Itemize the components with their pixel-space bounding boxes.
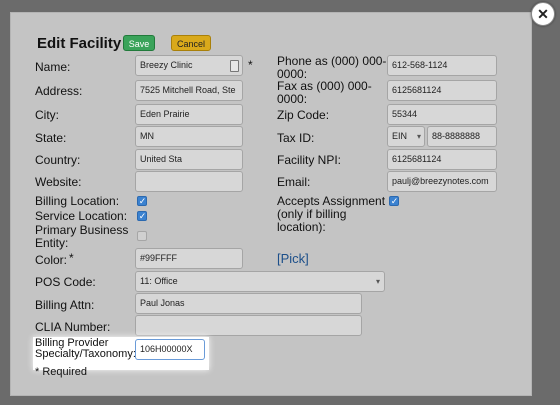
zip-label: Zip Code:: [277, 108, 330, 122]
chevron-down-icon: ▾: [375, 277, 380, 286]
country-label: Country:: [35, 153, 81, 167]
npi-label: Facility NPI:: [277, 153, 342, 167]
email-field[interactable]: paulj@breezynotes.com: [387, 171, 497, 192]
website-label: Website:: [35, 175, 82, 189]
close-icon[interactable]: [531, 2, 555, 26]
color-label: Color:: [35, 253, 68, 267]
accepts-assignment-label: Accepts Assignment (only if billing loca…: [277, 194, 386, 234]
pos-code-value: 11: Office: [140, 276, 178, 286]
fax-field[interactable]: 6125681124: [387, 80, 497, 101]
tax-id-field[interactable]: 88-8888888: [427, 126, 497, 147]
color-field[interactable]: #99FFFF: [135, 248, 243, 269]
fax-label: Fax as (000) 000-0000:: [277, 79, 372, 106]
required-note: * Required: [35, 366, 87, 378]
edit-facility-dialog: Edit Facility Save Cancel Name: Breezy C…: [10, 12, 532, 396]
phone-label: Phone as (000) 000-0000:: [277, 54, 387, 81]
tax-id-type-value: EIN: [392, 131, 408, 141]
cancel-button[interactable]: Cancel: [171, 35, 211, 51]
billing-location-checkbox[interactable]: [137, 195, 147, 207]
city-field[interactable]: Eden Prairie: [135, 104, 243, 125]
clia-field[interactable]: [135, 315, 362, 336]
primary-business-label: Primary Business Entity:: [35, 223, 129, 250]
name-label: Name:: [35, 60, 71, 74]
country-field[interactable]: United Sta: [135, 149, 243, 170]
state-field[interactable]: MN: [135, 126, 243, 147]
service-location-checkbox[interactable]: [137, 210, 147, 222]
state-label: State:: [35, 131, 67, 145]
zip-field[interactable]: 55344: [387, 104, 497, 125]
taxonomy-field[interactable]: 106H00000X: [135, 339, 205, 360]
billing-attn-field[interactable]: Paul Jonas: [135, 293, 362, 314]
pos-code-label: POS Code:: [35, 275, 96, 289]
taxonomy-label: Billing Provider Specialty/Taxonomy:: [35, 337, 136, 360]
clia-label: CLIA Number:: [35, 320, 111, 334]
save-button[interactable]: Save: [123, 35, 155, 51]
pick-color-link[interactable]: [Pick]: [277, 251, 309, 266]
name-required-star: *: [248, 58, 253, 72]
billing-location-label: Billing Location:: [35, 194, 120, 208]
tax-id-type-select[interactable]: EIN ▾: [387, 126, 425, 147]
npi-field[interactable]: 6125681124: [387, 149, 497, 170]
color-required-star: *: [69, 251, 74, 265]
address-label: Address:: [35, 84, 83, 98]
service-location-label: Service Location:: [35, 209, 128, 223]
name-field[interactable]: Breezy Clinic: [135, 55, 243, 76]
phone-field[interactable]: 612-568-1124: [387, 55, 497, 76]
name-value: Breezy Clinic: [140, 60, 193, 70]
primary-business-checkbox[interactable]: [137, 231, 147, 241]
pos-code-select[interactable]: 11: Office ▾: [135, 271, 385, 292]
accepts-assignment-checkbox[interactable]: [389, 195, 399, 207]
chevron-down-icon: ▾: [416, 132, 421, 141]
dialog-title: Edit Facility: [37, 35, 122, 52]
city-label: City:: [35, 108, 59, 122]
contact-card-icon: [230, 60, 239, 72]
billing-attn-label: Billing Attn:: [35, 298, 95, 312]
website-field[interactable]: [135, 171, 243, 192]
email-label: Email:: [277, 175, 311, 189]
tax-id-label: Tax ID:: [277, 131, 315, 145]
address-field[interactable]: 7525 Mitchell Road, Ste: [135, 80, 243, 101]
